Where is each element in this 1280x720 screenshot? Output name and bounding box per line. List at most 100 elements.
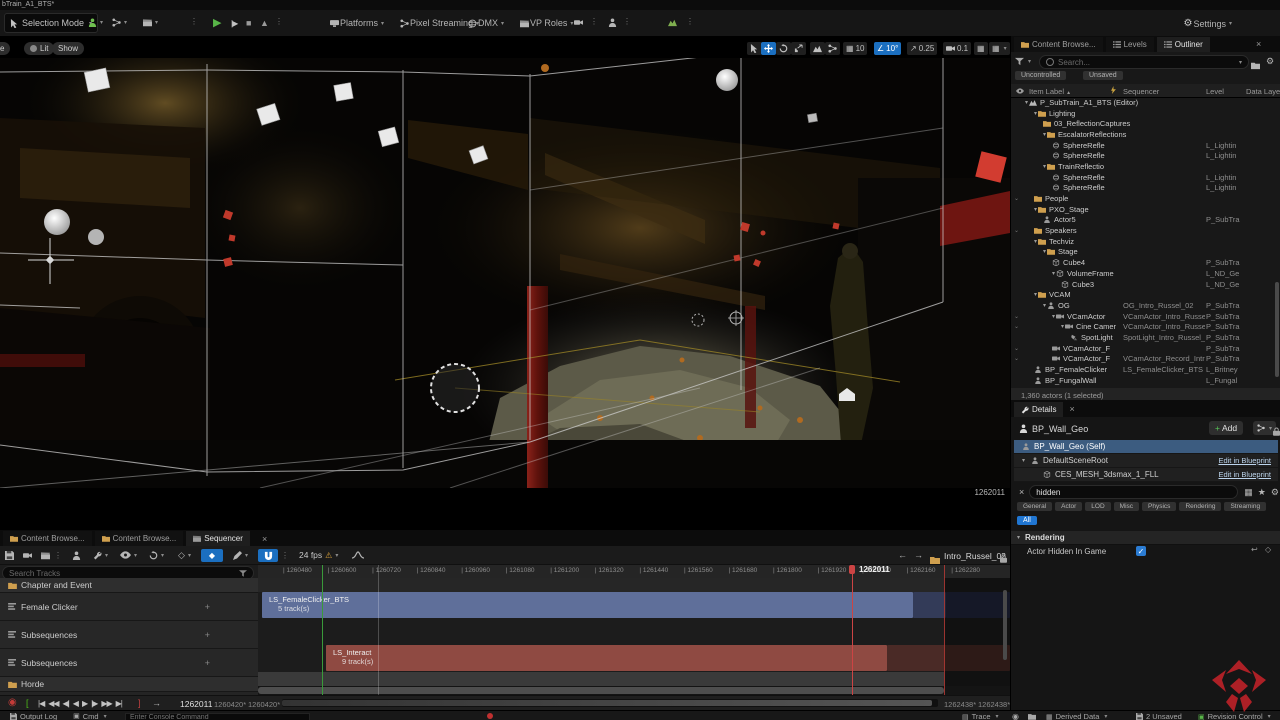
outliner-row[interactable]: ▾EscalatorReflections [1011, 129, 1277, 140]
trace-dropdown[interactable]: ▤Trace▾ [962, 712, 999, 720]
grid-snap-button[interactable]: ▦10 [843, 42, 867, 55]
takes-button[interactable] [608, 18, 617, 27]
select-tool-button[interactable] [747, 42, 762, 55]
close-icon[interactable]: × [1069, 404, 1074, 414]
timeline-body[interactable]: LS_FemaleClicker_BTS 5 track(s) LS_Inter… [258, 578, 1010, 695]
tab-content-browse-[interactable]: Content Browse... [3, 531, 92, 546]
outliner-row[interactable]: ▾Lighting [1011, 108, 1277, 119]
sequencer-track-subsequences[interactable]: Subsequences+ [0, 649, 258, 677]
clip-female-clicker[interactable]: LS_FemaleClicker_BTS 5 track(s) [262, 592, 913, 618]
details-settings-icon[interactable]: ⚙ [1271, 487, 1279, 498]
new-folder-button[interactable] [1251, 57, 1260, 75]
view-options-button[interactable]: ▾ [120, 551, 137, 559]
tab-content-browse-[interactable]: Content Browse... [1014, 37, 1103, 52]
render-options-menu[interactable]: ⋮ [54, 551, 62, 560]
outliner-search[interactable]: ▾ [1039, 55, 1249, 69]
tab-levels[interactable]: Levels [1106, 37, 1154, 52]
filter-chip-physics[interactable]: Physics [1142, 502, 1176, 511]
eye-icon[interactable] [1016, 87, 1024, 96]
filter-chip-general[interactable]: General [1017, 502, 1052, 511]
sequencer-track-horde[interactable]: Horde [0, 677, 258, 692]
transport-glyph-button[interactable]: ▶ [82, 699, 87, 708]
timeline-ruler[interactable]: | 1260480| 1260600| 1260720| 1260840| 12… [258, 565, 1010, 579]
sequencer-settings-button[interactable]: ▾ [93, 551, 108, 560]
folder-icon[interactable] [1028, 713, 1036, 720]
platforms-dropdown[interactable]: Platforms▾ [330, 18, 384, 28]
vcam-menu[interactable]: ⋮ [590, 17, 598, 26]
filter-chip-actor[interactable]: Actor [1055, 502, 1082, 511]
current-frame[interactable]: 1262011 [180, 699, 212, 709]
perspective-dropdown[interactable]: tive [0, 42, 10, 55]
range-end-a[interactable]: 1262438* [944, 700, 976, 709]
close-icon[interactable]: × [1256, 39, 1261, 49]
transport-glyph-button[interactable]: ◀◀ [48, 699, 58, 708]
level-tab-title[interactable]: bTrain_A1_BTS* [2, 1, 54, 8]
viewport-canvas[interactable] [0, 58, 1010, 488]
add-section-button[interactable]: + [205, 658, 210, 668]
settings-dropdown[interactable]: ⚙Settings▾ [1183, 18, 1232, 29]
timeline-hscrollbar[interactable] [258, 686, 1010, 695]
lightning-icon[interactable] [1111, 86, 1116, 96]
fps-dropdown[interactable]: 24 fps⚠▾ [299, 550, 338, 560]
outliner-row[interactable]: ▾OGOG_Intro_Russel_02P_SubTra [1011, 300, 1277, 311]
transport-glyph-button[interactable]: ◀ [73, 699, 78, 708]
toolbar-overflow-menu[interactable]: ⋮ [190, 17, 198, 26]
nav-forward-button[interactable]: → [914, 550, 923, 560]
scale-tool-button[interactable] [791, 42, 806, 55]
outliner-row[interactable]: ⌄People [1011, 193, 1277, 204]
filter-chip-streaming[interactable]: Streaming [1224, 502, 1266, 511]
reset-property-icon[interactable]: ↩ [1251, 545, 1258, 554]
track-search-input[interactable] [9, 569, 235, 578]
env-menu[interactable]: ⋮ [686, 17, 694, 26]
edit-in-blueprint-link[interactable]: Edit in Blueprint [1218, 470, 1271, 479]
unsaved-badge[interactable]: Unsaved [1083, 71, 1123, 80]
outliner-row[interactable]: ⌄VCamActor_FP_SubTra [1011, 343, 1277, 354]
component-row[interactable]: BP_Wall_Geo (Self) [1014, 440, 1278, 454]
tab-content-browse-[interactable]: Content Browse... [95, 531, 184, 546]
rotate-tool-button[interactable] [776, 42, 791, 55]
transport-glyph-button[interactable]: ▶▶ [101, 699, 111, 708]
save-button[interactable] [5, 551, 14, 560]
details-tab[interactable]: Details [1014, 402, 1063, 417]
mark-in-button[interactable]: [ [26, 698, 29, 708]
close-icon[interactable]: × [262, 534, 267, 544]
outliner-row[interactable]: SpotLightSpotLight_Intro_Russel_02P_SubT… [1011, 332, 1277, 343]
outliner-row[interactable]: ⌄Speakers [1011, 225, 1277, 236]
rotation-snap-button[interactable]: ∠10° [874, 42, 901, 55]
outliner-row[interactable]: SphereRefleL_Lightin [1011, 140, 1277, 151]
outliner-row[interactable]: ⌄▾Cine CamerVCamActor_Intro_Russel_0P_Su… [1011, 321, 1277, 332]
nav-back-button[interactable]: ← [898, 550, 907, 560]
curve-editor-button[interactable] [352, 551, 364, 559]
outliner-row[interactable]: BP_FemaleClickerLS_FemaleClicker_BTSL_Br… [1011, 364, 1277, 375]
play-options-menu[interactable]: ⋮ [275, 17, 283, 26]
edit-in-blueprint-link[interactable]: Edit in Blueprint [1218, 456, 1271, 465]
blueprints-button[interactable]: ▾ [112, 18, 127, 27]
vcam-button[interactable] [574, 18, 583, 27]
range-scrollbar[interactable] [282, 699, 938, 707]
transport-glyph-button[interactable]: |◀ [38, 699, 44, 708]
outliner-row[interactable]: ⌄VCamActor_FVCamActor_Record_Intro_FP_Su… [1011, 354, 1277, 365]
add-component-button[interactable]: +Add [1209, 421, 1243, 435]
playback-options-button[interactable]: ▾ [149, 551, 164, 560]
create-camera-button[interactable] [23, 551, 32, 560]
sequence-breadcrumb[interactable]: Intro_Russel_02 [944, 551, 1006, 561]
snap-options-menu[interactable]: ⋮ [281, 551, 289, 560]
col-sequencer[interactable]: Sequencer [1123, 87, 1159, 96]
lit-dropdown[interactable]: Lit [24, 42, 54, 55]
output-log-button[interactable]: Output Log [10, 712, 57, 720]
jump-button[interactable]: → [152, 698, 161, 708]
stop-button[interactable]: ■ [246, 18, 251, 28]
details-search-input[interactable] [1036, 488, 1231, 497]
col-data-layer[interactable]: Data Laye [1246, 87, 1280, 96]
clear-search-icon[interactable]: × [1019, 487, 1024, 497]
vp-roles-dropdown[interactable]: VP Roles▾ [520, 18, 573, 28]
outliner-search-input[interactable] [1058, 58, 1233, 67]
outliner-scrollbar[interactable] [1275, 282, 1279, 377]
clip-interact[interactable]: LS_Interact 9 track(s) [326, 645, 887, 671]
sequencer-track-chapter-and-event[interactable]: Chapter and Event [0, 578, 258, 593]
outliner-row[interactable]: ▾VCAM [1011, 289, 1277, 300]
filter-chip-rendering[interactable]: Rendering [1179, 502, 1221, 511]
keyframe-property-icon[interactable]: ◇ [1265, 545, 1271, 554]
add-section-button[interactable]: + [205, 630, 210, 640]
world-space-button[interactable] [810, 42, 825, 55]
